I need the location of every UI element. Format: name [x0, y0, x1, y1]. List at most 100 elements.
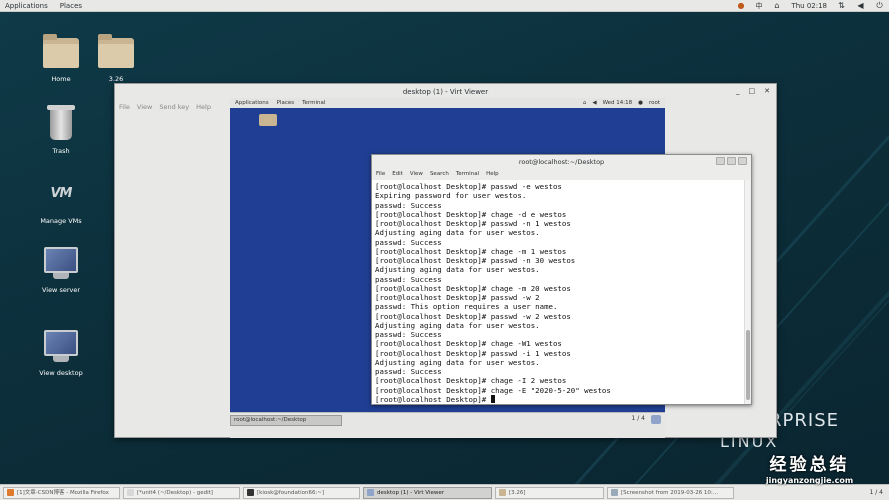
taskbar-item-label: [kiosk@foundation66:~] — [257, 489, 325, 496]
guest-applications-menu[interactable]: Applications — [235, 100, 269, 106]
network-status-icon[interactable]: ⇅ — [837, 1, 846, 10]
user-icon[interactable]: ● — [736, 1, 745, 10]
guest-taskbar-item[interactable]: root@localhost:~/Desktop — [230, 415, 342, 426]
taskbar-item-label: [3.26] — [509, 489, 526, 496]
desktop-icon-label: Trash — [52, 147, 70, 155]
monitor-icon — [367, 489, 374, 496]
guest-network-icon[interactable]: ⌂ — [583, 100, 587, 106]
window-title: desktop (1) - Virt Viewer — [402, 88, 489, 96]
watermark-title: 经验总结 — [769, 455, 850, 475]
terminal-menu-search[interactable]: Search — [430, 171, 449, 177]
top-panel: Applications Places ● 中 ⌂ Thu 02:18 ⇅ ◀ … — [0, 0, 889, 12]
maximize-icon[interactable] — [727, 157, 736, 165]
terminal-line: [root@localhost Desktop]# passwd -w 2 — [375, 293, 540, 302]
close-icon[interactable] — [738, 157, 747, 165]
clock[interactable]: Thu 02:18 — [791, 2, 827, 10]
terminal-menubar: File Edit View Search Terminal Help — [372, 169, 751, 179]
terminal-line: passwd: Success — [375, 274, 442, 284]
folder-icon — [41, 32, 81, 72]
terminal-prompt: [root@localhost Desktop]# — [375, 394, 491, 404]
terminal-icon — [247, 489, 254, 496]
desktop-icon-label: 3.26 — [108, 75, 124, 83]
terminal-menu-help[interactable]: Help — [486, 171, 499, 177]
taskbar-item-terminal[interactable]: [kiosk@foundation66:~] — [243, 486, 360, 499]
workspace-indicator[interactable]: 1 / 4 — [870, 489, 889, 496]
desktop-icon-trash[interactable]: Trash — [28, 104, 94, 155]
folder-icon[interactable] — [259, 114, 277, 126]
menu-view[interactable]: View — [137, 103, 152, 111]
volume-icon[interactable]: ◀ — [856, 1, 865, 10]
taskbar-item-virt-viewer[interactable]: desktop (1) - Virt Viewer — [363, 486, 492, 499]
guest-workspace-indicator[interactable]: 1 / 4 — [632, 415, 645, 422]
terminal-line: Adjusting aging data for user westos. — [375, 265, 540, 275]
folder-icon — [499, 489, 506, 496]
desktop-icon-view-desktop[interactable]: View desktop — [28, 326, 94, 377]
scrollbar-thumb[interactable] — [746, 330, 750, 400]
guest-clock[interactable]: Wed 14:18 — [603, 100, 633, 106]
desktop-icon-folder-3-26[interactable]: 3.26 — [83, 32, 149, 83]
terminal-line: [root@localhost Desktop]# passwd -i 1 we… — [375, 348, 571, 358]
terminal-line: [root@localhost Desktop]# passwd -e west… — [375, 182, 562, 191]
monitor-icon — [41, 326, 81, 366]
terminal-line: Adjusting aging data for user westos. — [375, 357, 540, 367]
maximize-icon[interactable]: □ — [749, 87, 756, 95]
guest-display[interactable]: Applications Places Terminal ⌂ ◀ Wed 14:… — [230, 98, 752, 438]
terminal-prompt-line[interactable]: [root@localhost Desktop]# — [375, 394, 743, 404]
guest-volume-icon[interactable]: ◀ — [592, 100, 596, 106]
places-menu[interactable]: Places — [60, 2, 82, 10]
folder-icon — [96, 32, 136, 72]
desktop-brand-text: RPRISE — [769, 410, 839, 431]
menu-file[interactable]: File — [119, 103, 130, 111]
taskbar-item-screenshot[interactable]: [Screenshot from 2019-03-26 10:... — [607, 486, 734, 499]
power-icon[interactable]: ⏻ — [875, 1, 884, 10]
taskbar-item-folder[interactable]: [3.26] — [495, 486, 604, 499]
firefox-icon — [7, 489, 14, 496]
guest-user-menu[interactable]: root — [649, 100, 660, 106]
terminal-line: passwd: Success — [375, 367, 442, 376]
watermark: 经验总结 jingyanzongjie.com — [730, 450, 889, 485]
terminal-line: [root@localhost Desktop]# chage -m 1 wes… — [375, 246, 567, 256]
monitor-icon — [41, 243, 81, 283]
terminal-menu-file[interactable]: File — [376, 171, 385, 177]
terminal-line: passwd: Success — [375, 237, 442, 247]
watermark-url: jingyanzongjie.com — [765, 476, 854, 485]
input-method-indicator[interactable]: 中 — [755, 1, 762, 11]
menu-send-key[interactable]: Send key — [159, 103, 189, 111]
network-icon[interactable]: ⌂ — [772, 1, 781, 10]
desktop-icon-label: View server — [41, 286, 81, 294]
desktop-icon-view-server[interactable]: View server — [28, 243, 94, 294]
workspace-switcher-icon[interactable] — [651, 415, 661, 424]
taskbar-item-firefox[interactable]: [1]文章-CSDN博客 - Mozilla Firefox — [3, 486, 120, 499]
text-editor-icon — [127, 489, 134, 496]
terminal-line: [root@localhost Desktop]# passwd -n 30 w… — [375, 256, 576, 265]
terminal-line: [root@localhost Desktop]# chage -E "2020… — [375, 385, 611, 395]
terminal-line: Adjusting aging data for user westos. — [375, 320, 540, 330]
terminal-line: passwd: Success — [375, 330, 442, 339]
guest-app-menu[interactable]: Terminal — [302, 100, 325, 106]
terminal-line: [root@localhost Desktop]# chage -d e wes… — [375, 209, 567, 219]
window-list-taskbar: [1]文章-CSDN博客 - Mozilla Firefox [*unit4 (… — [0, 484, 889, 500]
close-icon[interactable]: ✕ — [764, 87, 770, 95]
terminal-line: [root@localhost Desktop]# passwd -n 1 we… — [375, 219, 571, 228]
terminal-line: [root@localhost Desktop]# chage -I 2 wes… — [375, 376, 567, 386]
menu-help[interactable]: Help — [196, 103, 211, 111]
minimize-icon[interactable] — [716, 157, 725, 165]
taskbar-item-label: [Screenshot from 2019-03-26 10:... — [621, 489, 719, 496]
terminal-menu-terminal[interactable]: Terminal — [456, 171, 479, 177]
desktop-icon-manage-vms[interactable]: VM Manage VMs — [28, 174, 94, 225]
applications-menu[interactable]: Applications — [5, 2, 48, 10]
terminal-scrollbar[interactable] — [744, 180, 750, 404]
terminal-output[interactable]: [root@localhost Desktop]# passwd -e west… — [372, 180, 746, 404]
terminal-titlebar[interactable]: root@localhost:~/Desktop — [372, 155, 751, 169]
terminal-menu-edit[interactable]: Edit — [392, 171, 403, 177]
taskbar-item-gedit[interactable]: [*unit4 (~/Desktop) - gedit] — [123, 486, 240, 499]
taskbar-item-label: [*unit4 (~/Desktop) - gedit] — [137, 489, 213, 496]
taskbar-item-label: [1]文章-CSDN博客 - Mozilla Firefox — [17, 489, 109, 496]
minimize-icon[interactable]: _ — [736, 87, 740, 95]
guest-user-icon[interactable]: ● — [638, 100, 643, 106]
terminal-menu-view[interactable]: View — [410, 171, 423, 177]
terminal-line: Adjusting aging data for user westos. — [375, 228, 540, 238]
virt-viewer-window: desktop (1) - Virt Viewer _ □ ✕ File Vie… — [114, 83, 777, 438]
trash-icon — [41, 104, 81, 144]
guest-places-menu[interactable]: Places — [277, 100, 295, 106]
